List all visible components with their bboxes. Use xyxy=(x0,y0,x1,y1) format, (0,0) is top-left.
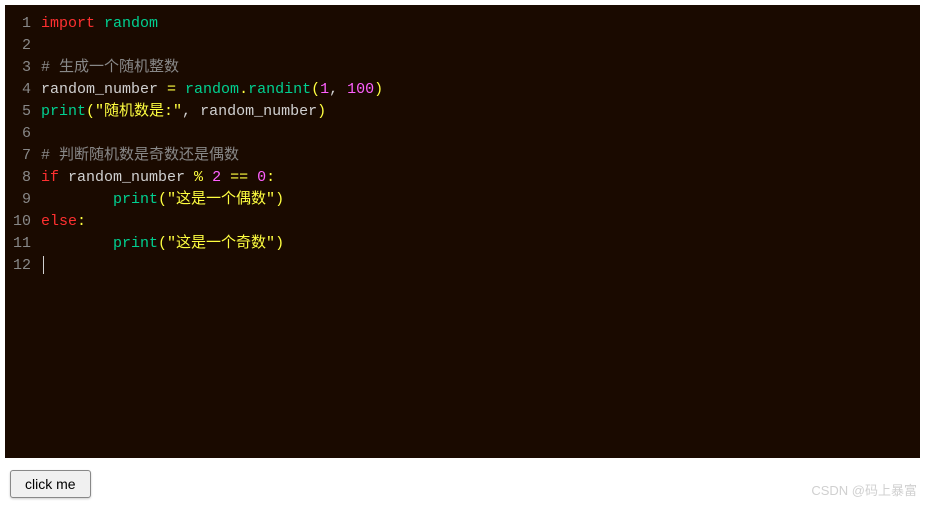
line-number: 2 xyxy=(5,35,41,57)
code-content[interactable] xyxy=(41,255,44,277)
code-content[interactable]: import random xyxy=(41,13,158,35)
code-content[interactable]: print("这是一个偶数") xyxy=(41,189,284,211)
line-number: 5 xyxy=(5,101,41,123)
code-line[interactable]: 12 xyxy=(5,255,920,277)
code-content[interactable]: print("随机数是:", random_number) xyxy=(41,101,326,123)
code-content[interactable]: # 判断随机数是奇数还是偶数 xyxy=(41,145,239,167)
line-number: 9 xyxy=(5,189,41,211)
code-line[interactable]: 10else: xyxy=(5,211,920,233)
line-number: 8 xyxy=(5,167,41,189)
code-editor[interactable]: 1import random23# 生成一个随机整数4random_number… xyxy=(5,5,920,458)
code-line[interactable]: 1import random xyxy=(5,13,920,35)
line-number: 1 xyxy=(5,13,41,35)
click-me-button[interactable]: click me xyxy=(10,470,91,498)
text-cursor xyxy=(43,256,44,274)
code-line[interactable]: 9 print("这是一个偶数") xyxy=(5,189,920,211)
code-line[interactable]: 3# 生成一个随机整数 xyxy=(5,57,920,79)
line-number: 11 xyxy=(5,233,41,255)
code-line[interactable]: 11 print("这是一个奇数") xyxy=(5,233,920,255)
code-content[interactable]: # 生成一个随机整数 xyxy=(41,57,179,79)
code-line[interactable]: 7# 判断随机数是奇数还是偶数 xyxy=(5,145,920,167)
code-content[interactable]: if random_number % 2 == 0: xyxy=(41,167,275,189)
watermark-text: CSDN @码上暴富 xyxy=(811,480,917,499)
code-content[interactable]: else: xyxy=(41,211,86,233)
code-line[interactable]: 2 xyxy=(5,35,920,57)
code-line[interactable]: 8if random_number % 2 == 0: xyxy=(5,167,920,189)
code-line[interactable]: 5print("随机数是:", random_number) xyxy=(5,101,920,123)
code-line[interactable]: 4random_number = random.randint(1, 100) xyxy=(5,79,920,101)
line-number: 4 xyxy=(5,79,41,101)
line-number: 12 xyxy=(5,255,41,277)
code-content[interactable]: random_number = random.randint(1, 100) xyxy=(41,79,383,101)
line-number: 7 xyxy=(5,145,41,167)
code-content[interactable]: print("这是一个奇数") xyxy=(41,233,284,255)
code-line[interactable]: 6 xyxy=(5,123,920,145)
line-number: 6 xyxy=(5,123,41,145)
line-number: 10 xyxy=(5,211,41,233)
line-number: 3 xyxy=(5,57,41,79)
button-area: click me xyxy=(10,470,91,498)
